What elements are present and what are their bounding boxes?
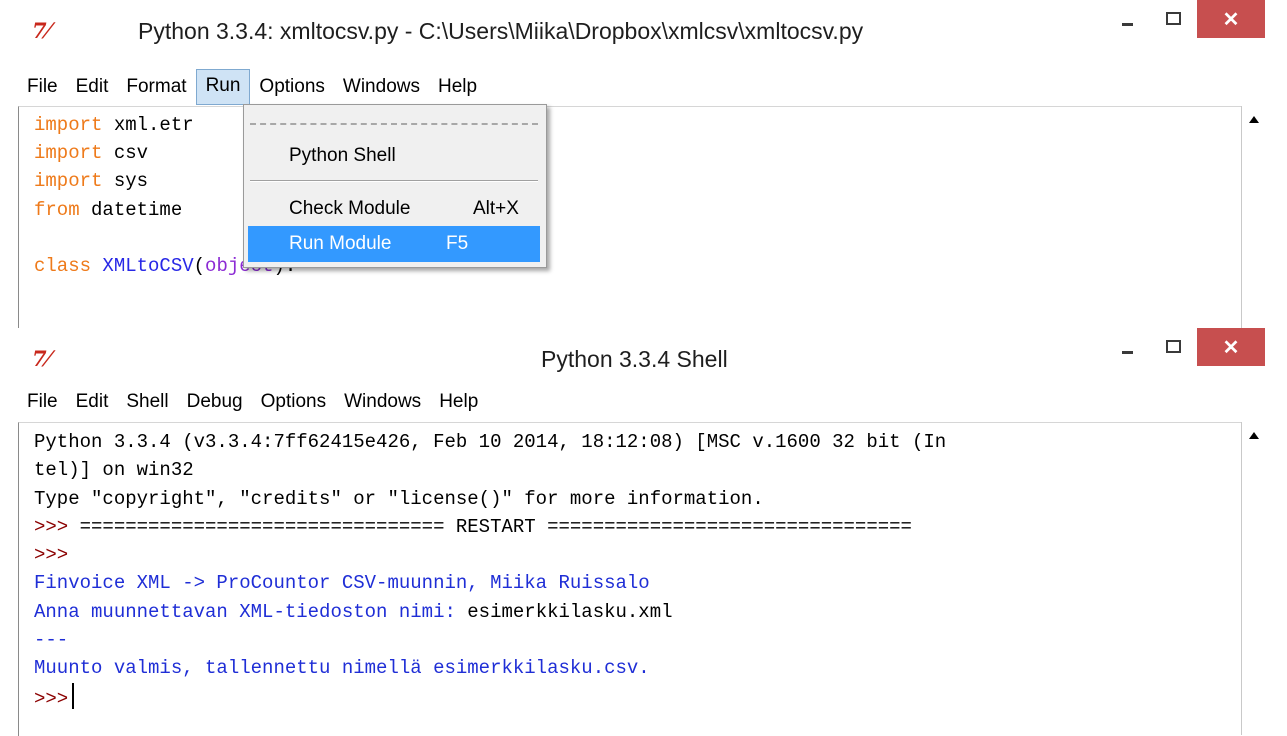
shell-window-title: Python 3.3.4 Shell: [541, 346, 728, 372]
menu-item-run-module[interactable]: Run Module F5: [248, 226, 540, 262]
maximize-icon: [1165, 11, 1181, 25]
current-prompt-line[interactable]: >>>: [34, 682, 75, 710]
text-cursor: [72, 682, 75, 709]
menu-edit[interactable]: Edit: [67, 385, 118, 419]
code-line: import xml.etr: [34, 114, 194, 136]
shell-output[interactable]: Python 3.3.4 (v3.3.4:7ff62415e426, Feb 1…: [18, 422, 1245, 736]
menu-windows[interactable]: Windows: [335, 385, 430, 419]
prompt: >>>: [34, 687, 69, 710]
shell-text[interactable]: Python 3.3.4 (v3.3.4:7ff62415e426, Feb 1…: [34, 428, 946, 713]
code-line: import csv: [34, 142, 149, 165]
scroll-up-arrow-icon[interactable]: [1242, 426, 1265, 444]
minimize-icon: [1121, 22, 1133, 26]
banner-line: Type "copyright", "credits" or "license(…: [34, 487, 764, 510]
shell-scrollbar[interactable]: [1241, 422, 1266, 735]
menu-edit[interactable]: Edit: [67, 70, 118, 104]
editor-menubar: File Edit Format Run Options Windows Hel…: [18, 68, 486, 106]
menu-options[interactable]: Options: [250, 70, 333, 104]
stdout-line: ---: [34, 629, 69, 652]
restart-line: >>> ================================ RES…: [34, 515, 912, 538]
run-menu-dropdown: Python Shell Check Module Alt+X Run Modu…: [243, 104, 547, 268]
editor-window: 7⁄ Python 3.3.4: xmltocsv.py - C:\Users\…: [0, 0, 1287, 331]
maximize-icon: [1165, 339, 1181, 353]
input-line: Anna muunnettavan XML-tiedoston nimi: es…: [34, 600, 673, 623]
maximize-button[interactable]: [1151, 328, 1195, 368]
banner-line: Python 3.3.4 (v3.3.4:7ff62415e426, Feb 1…: [34, 431, 947, 453]
menu-item-python-shell[interactable]: Python Shell: [248, 138, 540, 174]
prompt: >>>: [34, 544, 69, 567]
menu-options[interactable]: Options: [252, 385, 335, 419]
close-icon: ✕: [1222, 8, 1240, 31]
editor-titlebar[interactable]: 7⁄ Python 3.3.4: xmltocsv.py - C:\Users\…: [0, 0, 1287, 62]
minimize-icon: [1121, 350, 1133, 354]
close-button[interactable]: ✕: [1197, 0, 1265, 38]
close-button[interactable]: ✕: [1197, 328, 1265, 366]
menu-item-check-module[interactable]: Check Module Alt+X: [248, 191, 540, 227]
shell-titlebar[interactable]: 7⁄ Python 3.3.4 Shell ✕: [0, 328, 1287, 390]
code-line: import sys: [34, 170, 149, 193]
menu-help[interactable]: Help: [430, 385, 487, 419]
stdout-line: Finvoice XML -> ProCountor CSV-muunnin, …: [34, 572, 650, 595]
menu-file[interactable]: File: [18, 70, 67, 104]
idle-app-icon[interactable]: 7⁄: [32, 18, 50, 43]
scroll-up-arrow-icon[interactable]: [1242, 110, 1265, 128]
shell-menubar: File Edit Shell Debug Options Windows He…: [18, 383, 487, 421]
banner-line: tel)] on win32: [34, 459, 194, 482]
stdout-line: Muunto valmis, tallennettu nimellä esime…: [34, 657, 650, 680]
code-line: from datetime: [34, 198, 183, 221]
code-editor[interactable]: import xml.etr import csv import sys fro…: [18, 106, 1245, 331]
editor-window-title: Python 3.3.4: xmltocsv.py - C:\Users\Mii…: [138, 18, 864, 44]
menu-format[interactable]: Format: [117, 70, 195, 104]
menu-help[interactable]: Help: [429, 70, 486, 104]
menu-separator: [250, 180, 538, 182]
menu-run[interactable]: Run: [195, 69, 251, 105]
maximize-button[interactable]: [1151, 0, 1195, 40]
close-icon: ✕: [1222, 336, 1240, 359]
shell-window: 7⁄ Python 3.3.4 Shell ✕ File Edit Shell …: [0, 328, 1287, 736]
minimize-button[interactable]: [1105, 0, 1149, 40]
editor-scrollbar[interactable]: [1241, 106, 1266, 330]
idle-app-icon[interactable]: 7⁄: [32, 346, 50, 371]
menu-tearoff-line[interactable]: [250, 123, 538, 125]
menu-shell[interactable]: Shell: [117, 385, 177, 419]
menu-file[interactable]: File: [18, 385, 67, 419]
minimize-button[interactable]: [1105, 328, 1149, 368]
menu-debug[interactable]: Debug: [178, 385, 252, 419]
menu-windows[interactable]: Windows: [334, 70, 429, 104]
